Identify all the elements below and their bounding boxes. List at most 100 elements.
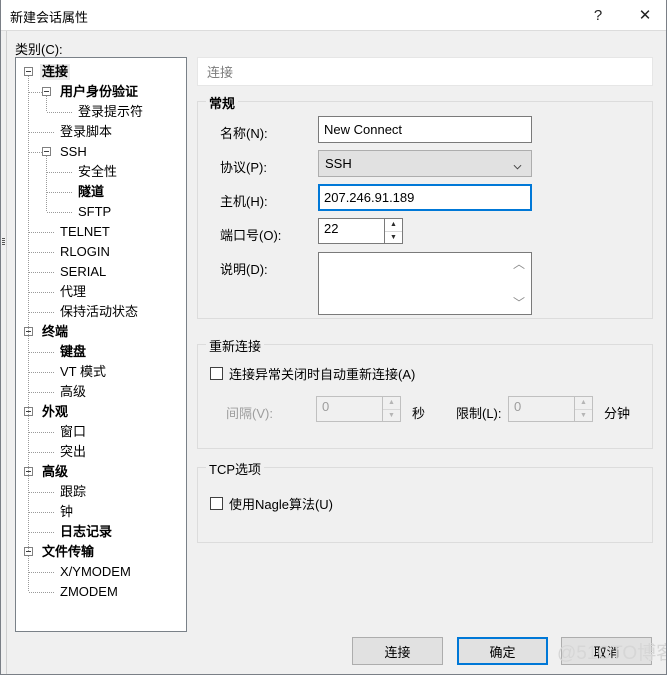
general-group-title: 常规 [206, 93, 239, 112]
protocol-select[interactable]: SSH [318, 150, 532, 177]
nagle-checkbox[interactable] [210, 497, 223, 510]
tree-connector [28, 556, 29, 592]
tree-connector [29, 572, 55, 573]
tree-collapse-icon[interactable] [24, 67, 33, 76]
host-input[interactable]: 207.246.91.189 [318, 184, 532, 211]
reconnect-group-title: 重新连接 [206, 336, 265, 355]
tree-connector [29, 432, 55, 433]
tree-item-label: X/YMODEM [60, 564, 131, 579]
close-icon: ✕ [638, 6, 652, 24]
limit-input: 0 [508, 396, 574, 422]
help-button[interactable]: ? [575, 0, 621, 30]
resize-grip-icon[interactable] [2, 238, 5, 245]
tree-item-label: TELNET [60, 224, 110, 239]
tree-connector [29, 292, 55, 293]
limit-label: 限制(L): [456, 406, 502, 421]
ok-button[interactable]: 确定 [457, 637, 548, 665]
tree-connector [29, 232, 55, 233]
interval-label: 间隔(V): [226, 406, 273, 421]
tree-connector [29, 132, 55, 133]
category-label: 类别(C): [15, 42, 63, 57]
tree-item-label: 隧道 [78, 184, 105, 199]
port-label: 端口号(O): [220, 228, 282, 243]
general-group: 常规 名称(N): New Connect 协议(P): SSH 主机(H): … [197, 93, 653, 319]
tree-connector [29, 312, 55, 313]
tree-item-label: 登录提示符 [78, 104, 144, 119]
pane-header: 连接 [197, 57, 653, 86]
settings-pane: 连接 常规 名称(N): New Connect 协议(P): SSH 主机(H… [197, 57, 653, 632]
interval-spin-down-icon: ▼ [383, 409, 400, 421]
tree-item-label: VT 模式 [60, 364, 106, 379]
connect-button[interactable]: 连接 [352, 637, 443, 665]
tree-item-label: 外观 [42, 404, 69, 419]
tree-connector [46, 156, 47, 212]
port-input[interactable]: 22 [318, 218, 384, 244]
auto-reconnect-label: 连接异常关闭时自动重新连接(A) [229, 367, 416, 382]
description-textarea[interactable]: ︿ ﹀ [318, 252, 532, 315]
tree-item-label: ZMODEM [60, 584, 118, 599]
tcp-group: TCP选项 使用Nagle算法(U) [197, 459, 653, 543]
tree-connector [46, 96, 47, 112]
protocol-value: SSH [325, 156, 352, 171]
tree-item-label: 登录脚本 [60, 124, 113, 139]
description-label: 说明(D): [220, 262, 268, 277]
scroll-down-icon[interactable]: ﹀ [513, 297, 525, 309]
tree-item-label: 保持活动状态 [60, 304, 139, 319]
tree-connector [29, 252, 55, 253]
tree-item-label: 连接 [40, 64, 71, 80]
window-title: 新建会话属性 [10, 10, 89, 25]
tree-item-label: SFTP [78, 204, 112, 219]
tree-collapse-icon[interactable] [42, 87, 51, 96]
tree-connector [29, 532, 55, 533]
tree-item-label: 高级 [42, 464, 69, 479]
tree-item-label: 跟踪 [60, 484, 87, 499]
tree-connector [29, 272, 55, 273]
category-tree[interactable]: 连接 用户身份验证 登录提示符 登录脚本 SSH 安全性 隧道 SFTP TELNET RLOGI… [15, 57, 187, 632]
name-input[interactable]: New Connect [318, 116, 532, 143]
limit-spin-down-icon: ▼ [575, 409, 592, 421]
interval-spin-up-icon: ▲ [383, 397, 400, 410]
limit-stepper: 0 ▲ ▼ [508, 396, 593, 422]
tree-item-label: 高级 [60, 384, 87, 399]
cancel-button[interactable]: 取消 [561, 637, 652, 665]
tree-item-label: 用户身份验证 [60, 84, 139, 99]
auto-reconnect-checkbox[interactable] [210, 367, 223, 380]
tree-connector [29, 392, 55, 393]
tree-item-label: 文件传输 [42, 544, 95, 559]
nagle-label: 使用Nagle算法(U) [229, 497, 334, 512]
chevron-down-icon [513, 159, 522, 170]
tree-connector [28, 76, 29, 552]
protocol-label: 协议(P): [220, 160, 267, 175]
port-spin-down-icon[interactable]: ▼ [385, 231, 402, 243]
tree-item-label: 窗口 [60, 424, 87, 439]
close-button[interactable]: ✕ [622, 0, 666, 30]
tree-connector [29, 492, 55, 493]
tree-collapse-icon[interactable] [42, 147, 51, 156]
tree-connector [29, 152, 42, 153]
interval-input: 0 [316, 396, 382, 422]
tcp-group-title: TCP选项 [206, 459, 265, 478]
tree-item-label: 键盘 [60, 344, 87, 359]
tree-connector [47, 212, 73, 213]
reconnect-group: 重新连接 连接异常关闭时自动重新连接(A) 间隔(V): 0 ▲ ▼ 秒 限制(… [197, 336, 653, 449]
port-stepper[interactable]: 22 ▲ ▼ [318, 218, 403, 244]
tree-item-label: 突出 [60, 444, 87, 459]
tree-item-label: 终端 [42, 324, 69, 339]
interval-unit: 秒 [412, 406, 426, 421]
auto-reconnect-checkbox-row[interactable]: 连接异常关闭时自动重新连接(A) [210, 364, 415, 383]
question-mark-icon: ? [593, 6, 603, 24]
title-bar: 新建会话属性 ? ✕ [1, 0, 666, 31]
tree-connector [29, 372, 55, 373]
window-left-edge [1, 31, 7, 674]
interval-stepper: 0 ▲ ▼ [316, 396, 401, 422]
limit-unit: 分钟 [604, 406, 631, 421]
nagle-checkbox-row[interactable]: 使用Nagle算法(U) [210, 494, 333, 513]
interval-spin-buttons: ▲ ▼ [382, 396, 401, 422]
port-spin-up-icon[interactable]: ▲ [385, 219, 402, 232]
tree-connector [29, 352, 55, 353]
tree-item-label: SSH [60, 144, 87, 159]
tree-item-label: RLOGIN [60, 244, 110, 259]
port-spin-buttons[interactable]: ▲ ▼ [384, 218, 403, 244]
tree-item-label: 代理 [60, 284, 87, 299]
scroll-up-icon[interactable]: ︿ [513, 258, 525, 270]
